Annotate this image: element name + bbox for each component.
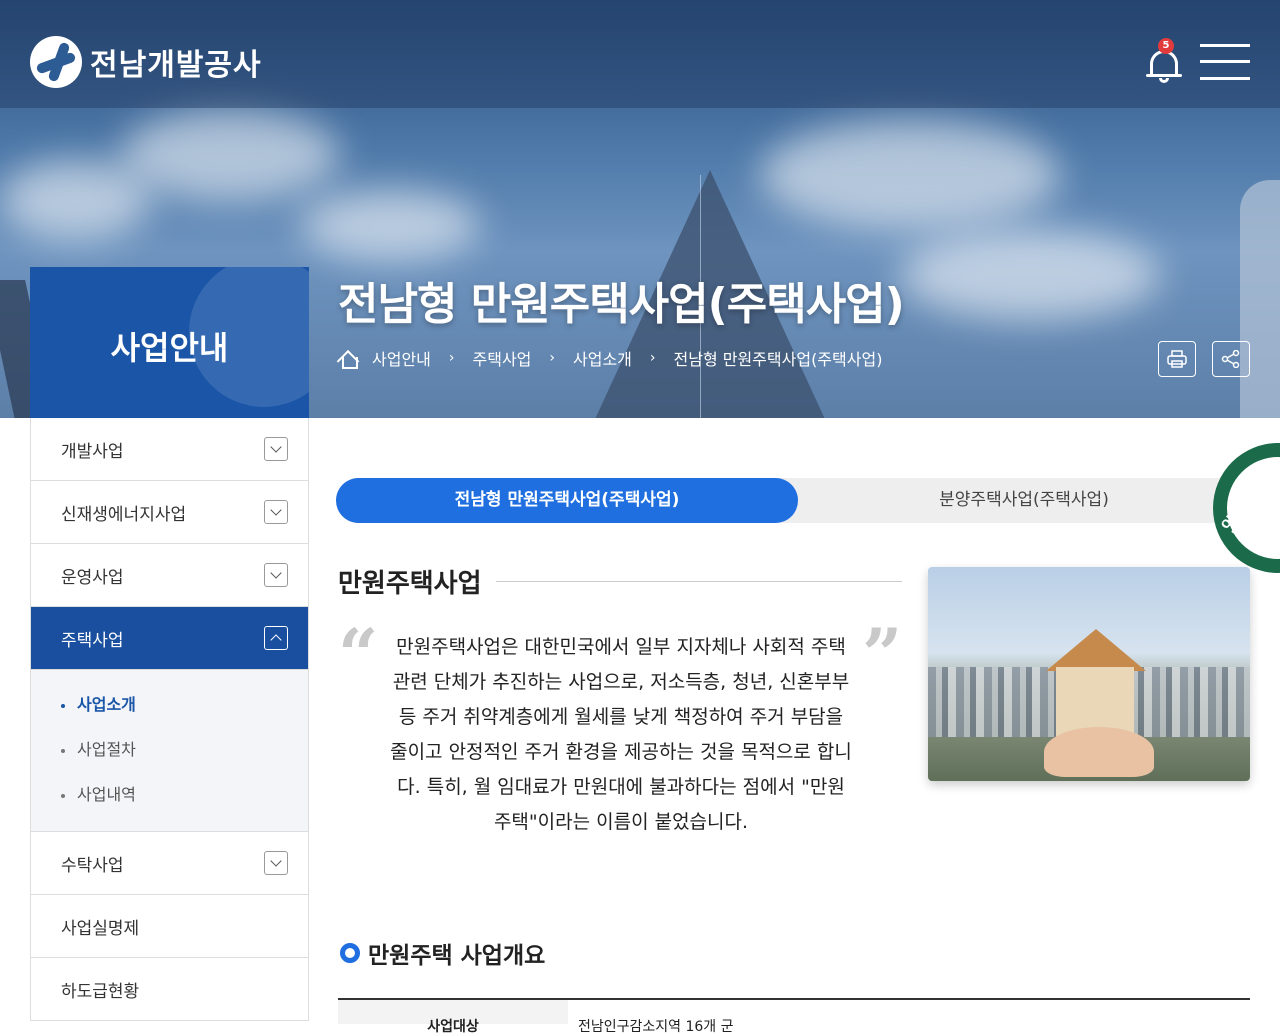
share-button[interactable] <box>1212 341 1250 377</box>
side-menu-item-active[interactable]: 주택사업 <box>31 607 308 670</box>
submenu-item-active[interactable]: 사업소개 <box>61 686 308 731</box>
section-title: 만원주택사업 <box>338 569 482 599</box>
side-menu-label: 주택사업 <box>61 630 124 651</box>
breadcrumb: 사업안내 › 주택사업 › 사업소개 › 전남형 만원주택사업(주택사업) <box>338 346 882 370</box>
side-menu-label: 신재생에너지사업 <box>61 504 187 525</box>
logo-text: 전남개발공사 <box>90 48 262 83</box>
notification-badge: 5 <box>1158 38 1174 54</box>
breadcrumb-item-current: 전남형 만원주택사업(주택사업) <box>673 350 883 369</box>
breadcrumb-item[interactable]: 사업안내 <box>372 346 431 370</box>
side-menu: 개발사업 신재생에너지사업 운영사업 주택사업 사업소개 사업절차 사업내역 수… <box>30 418 309 1021</box>
side-header: 사업안내 <box>30 267 309 418</box>
chevron-up-icon[interactable] <box>264 626 288 650</box>
side-menu-item[interactable]: 신재생에너지사업 <box>31 481 308 544</box>
overview-title: 만원주택 사업개요 <box>340 936 545 970</box>
print-button[interactable] <box>1158 341 1196 377</box>
side-menu-label: 운영사업 <box>61 567 124 588</box>
logo-mark-icon <box>30 36 82 88</box>
submenu-item[interactable]: 사업절차 <box>61 731 308 776</box>
table-header-cell: 사업대상 <box>338 1000 568 1035</box>
submenu-item[interactable]: 사업내역 <box>61 776 308 821</box>
chevron-down-icon[interactable] <box>264 437 288 461</box>
open-quote-icon: “ <box>338 613 379 696</box>
side-menu-label: 수탁사업 <box>61 855 124 876</box>
section-divider <box>496 581 902 582</box>
tab-sale-housing[interactable]: 분양주택사업(주택사업) <box>798 478 1250 523</box>
intro-description: 만원주택사업은 대한민국에서 일부 지자체나 사회적 주택 관련 단체가 추진하… <box>390 636 852 833</box>
chevron-down-icon[interactable] <box>264 851 288 875</box>
side-menu-item[interactable]: 사업실명제 <box>31 895 308 958</box>
side-submenu: 사업소개 사업절차 사업내역 <box>31 670 308 832</box>
print-icon <box>1167 350 1187 368</box>
chevron-down-icon[interactable] <box>264 563 288 587</box>
chevron-right-icon: › <box>549 350 555 366</box>
table-cell: 전남인구감소지역 16개 군 <box>578 1019 734 1035</box>
tab-manwon-housing[interactable]: 전남형 만원주택사업(주택사업) <box>336 478 798 523</box>
chevron-down-icon[interactable] <box>264 500 288 524</box>
side-menu-label: 개발사업 <box>61 441 124 462</box>
breadcrumb-item[interactable]: 사업소개 <box>573 346 632 370</box>
side-menu-item[interactable]: 하도급현황 <box>31 958 308 1021</box>
overview-title-text: 만원주택 사업개요 <box>368 943 546 969</box>
chevron-right-icon: › <box>448 350 455 366</box>
side-menu-label: 사업실명제 <box>61 918 140 939</box>
notification-bell-button[interactable]: 5 <box>1146 38 1182 83</box>
bullet-circle-icon <box>340 943 360 963</box>
share-icon <box>1221 349 1240 369</box>
breadcrumb-item[interactable]: 주택사업 <box>473 346 532 370</box>
close-quote-icon: ” <box>862 613 903 696</box>
chevron-right-icon: › <box>649 350 656 366</box>
page-title: 전남형 만원주택사업(주택사업) <box>338 279 905 330</box>
side-title: 사업안내 <box>110 329 229 367</box>
side-menu-label: 하도급현황 <box>61 981 140 1002</box>
site-logo[interactable]: 전남개발공사 <box>30 36 262 88</box>
side-menu-item[interactable]: 운영사업 <box>31 544 308 607</box>
content-tabs: 전남형 만원주택사업(주택사업) 분양주택사업(주택사업) <box>336 478 1250 523</box>
side-menu-item[interactable]: 수탁사업 <box>31 832 308 895</box>
side-menu-item[interactable]: 개발사업 <box>31 418 308 481</box>
house-photo <box>928 567 1250 781</box>
table-row: 사업대상 전남인구감소지역 16개 군 <box>338 1000 1250 1035</box>
home-icon[interactable] <box>338 349 358 369</box>
menu-button[interactable] <box>1200 44 1250 80</box>
